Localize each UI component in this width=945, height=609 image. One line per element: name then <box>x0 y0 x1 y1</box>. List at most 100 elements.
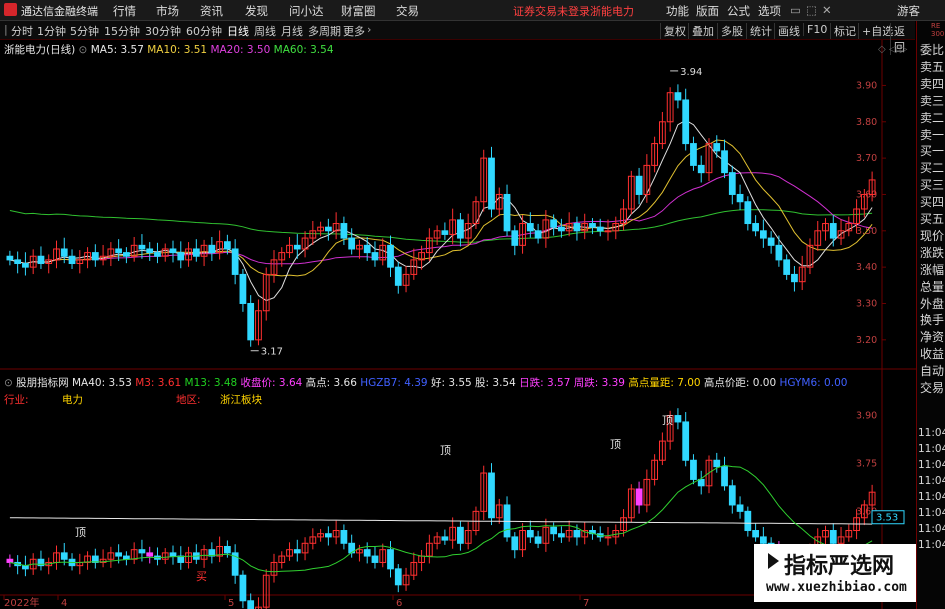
y-tick-label: 3.80 <box>856 117 877 128</box>
sub-indicator-value: 日跌: 3.57 <box>515 377 571 389</box>
side-time: 11:04 <box>918 475 945 487</box>
settings-circle-icon[interactable]: ⊙ <box>79 44 88 56</box>
industry-value: 电力 <box>62 394 83 406</box>
ma10-legend: MA10: 3.51 <box>147 44 208 56</box>
sub-candle-body <box>138 549 146 554</box>
side-time: 11:04 <box>918 491 945 503</box>
side-ratio-small: RE 300 <box>931 22 945 38</box>
x-tick-label: 5 <box>228 598 234 609</box>
candle-body <box>247 302 255 341</box>
side-item[interactable]: 买三 <box>920 178 944 193</box>
kline-chart-area[interactable]: 3.903.803.703.603.503.403.303.203.903.75… <box>0 40 916 609</box>
period-more[interactable]: 更多 <box>343 23 365 39</box>
period-30min[interactable]: 30分钟 <box>145 23 181 39</box>
toolbar-f10[interactable]: F10 <box>803 23 830 36</box>
side-item[interactable]: 交易 <box>920 381 944 396</box>
restore-icon[interactable]: ⬚ <box>806 3 817 17</box>
side-item[interactable]: 涨跌 <box>920 246 944 261</box>
period-weekly[interactable]: 周线 <box>254 23 276 39</box>
toolbar-restore-rights[interactable]: 复权 <box>660 23 689 39</box>
side-item[interactable]: 总量 <box>920 280 944 295</box>
sub-candle-body <box>744 510 752 532</box>
side-item[interactable]: 自动 <box>920 364 944 379</box>
ma10-line <box>9 139 873 277</box>
side-item[interactable]: 净资 <box>920 330 944 345</box>
side-item[interactable]: 卖一 <box>920 128 944 143</box>
side-item[interactable]: 外盘 <box>920 297 944 312</box>
main-chart-title: 浙能电力(日线) <box>4 44 76 56</box>
sub-settings-icon[interactable]: ⊙ <box>4 377 13 389</box>
side-item[interactable]: 卖四 <box>920 77 944 92</box>
sub-y-tick-label: 3.75 <box>856 458 877 469</box>
period-monthly[interactable]: 月线 <box>281 23 303 39</box>
login-warning[interactable]: 证券交易未登录 <box>513 3 590 19</box>
side-item[interactable]: 卖五 <box>920 60 944 75</box>
period-60min[interactable]: 60分钟 <box>186 23 222 39</box>
low-label: 3.17 <box>261 347 283 358</box>
toolbar-multistock[interactable]: 多股 <box>717 23 746 39</box>
side-item[interactable]: 涨幅 <box>920 263 944 278</box>
menu-options[interactable]: 选项 <box>758 3 781 19</box>
menu-formula[interactable]: 公式 <box>727 3 750 19</box>
more-chevron-icon[interactable]: › <box>367 23 371 36</box>
menu-market[interactable]: 行情 <box>113 3 136 19</box>
period-timeshare[interactable]: 分时 <box>11 23 33 39</box>
y-tick-label: 3.90 <box>856 80 877 91</box>
candle-body <box>37 255 45 265</box>
ma5-line <box>9 119 873 302</box>
period-1min[interactable]: 1分钟 <box>37 23 66 39</box>
sub-candle-body <box>573 530 581 538</box>
minimize-icon[interactable]: ▭ <box>790 3 801 17</box>
sub-chart-legend: ⊙ 股朋指标网 MA40: 3.53 M3: 3.61 M13: 3.48 收盘… <box>4 375 847 390</box>
menu-function[interactable]: 功能 <box>666 3 689 19</box>
period-toolbar: | 分时 1分钟 5分钟 15分钟 30分钟 60分钟 日线 周线 月线 多周期… <box>0 21 915 55</box>
menu-ask[interactable]: 问小达 <box>289 3 324 19</box>
toolbar-overlay[interactable]: 叠加 <box>688 23 717 39</box>
period-15min[interactable]: 15分钟 <box>104 23 140 39</box>
y-tick-label: 3.70 <box>856 153 877 164</box>
period-daily[interactable]: 日线 <box>227 23 249 39</box>
sub-candle-body <box>526 530 534 538</box>
side-item[interactable]: 委比 <box>920 43 944 58</box>
sub-candle-body <box>6 558 14 563</box>
menu-exchange[interactable]: 市场 <box>156 3 179 19</box>
period-multi[interactable]: 多周期 <box>308 23 341 39</box>
candle-body <box>371 252 379 261</box>
sub-candle-body <box>457 526 464 544</box>
side-item[interactable]: 现价 <box>920 229 944 244</box>
candle-body <box>503 193 511 232</box>
side-item[interactable]: 买五 <box>920 212 944 227</box>
menu-news[interactable]: 资讯 <box>200 3 223 19</box>
side-item[interactable]: 买一 <box>920 144 944 159</box>
y-tick-label: 3.20 <box>856 335 877 346</box>
side-item[interactable]: 换手 <box>920 313 944 328</box>
side-item[interactable]: 收益 <box>920 347 944 362</box>
side-item[interactable]: 卖二 <box>920 111 944 126</box>
close-icon[interactable]: ✕ <box>822 3 832 17</box>
menu-wealth[interactable]: 财富圈 <box>341 3 376 19</box>
period-5min[interactable]: 5分钟 <box>70 23 99 39</box>
guest-label[interactable]: 游客 <box>897 3 920 19</box>
toolbar-mark[interactable]: 标记 <box>830 23 859 39</box>
menu-layout[interactable]: 版面 <box>696 3 719 19</box>
side-item[interactable]: 买四 <box>920 195 944 210</box>
side-item[interactable]: 卖三 <box>920 94 944 109</box>
chart-nav-icon[interactable]: ◇ ◁ ▷ <box>878 44 907 55</box>
candle-body <box>154 252 161 257</box>
candle-body <box>721 150 728 174</box>
sub-candle-body <box>728 485 736 506</box>
toolbar-draw[interactable]: 画线 <box>774 23 803 39</box>
side-item[interactable]: 买二 <box>920 161 944 176</box>
toolbar-statistics[interactable]: 统计 <box>746 23 775 39</box>
collapse-icon[interactable]: | <box>4 23 8 36</box>
candle-body <box>224 241 231 250</box>
candle-body <box>534 230 542 239</box>
candle-body <box>293 244 301 250</box>
ma40-line <box>9 517 873 525</box>
candle-body <box>736 193 744 203</box>
sub-indicator-value: 周跌: 3.39 <box>570 377 625 389</box>
ma20-legend: MA20: 3.50 <box>210 44 271 56</box>
candle-body <box>177 252 185 261</box>
menu-trade[interactable]: 交易 <box>396 3 419 19</box>
menu-discover[interactable]: 发现 <box>245 3 268 19</box>
